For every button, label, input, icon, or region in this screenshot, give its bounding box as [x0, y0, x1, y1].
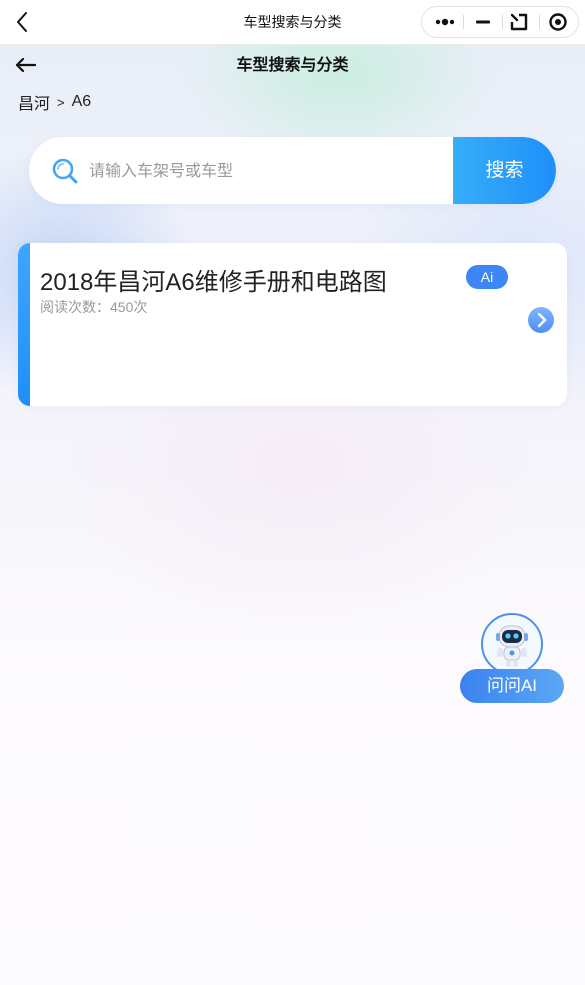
breadcrumb-separator: >: [57, 94, 65, 110]
capsule-menu: [421, 6, 579, 38]
ask-ai-button[interactable]: 问问AI: [460, 669, 564, 703]
card-accent-bar: [18, 243, 30, 406]
close-target-icon[interactable]: [539, 7, 577, 37]
ai-badge: Ai: [466, 265, 508, 289]
more-dots-icon[interactable]: [426, 7, 464, 37]
robot-avatar-icon[interactable]: [481, 613, 543, 675]
result-title: 2018年昌河A6维修手册和电路图: [40, 269, 387, 296]
result-card[interactable]: 2018年昌河A6维修手册和电路图 阅读次数：450次 Ai: [18, 243, 567, 406]
breadcrumb-model[interactable]: A6: [72, 93, 92, 111]
page-title: 车型搜索与分类: [236, 57, 349, 74]
chevron-left-icon[interactable]: [12, 9, 34, 35]
breadcrumb: 昌河 > A6: [18, 90, 91, 114]
page-navbar: 车型搜索与分类: [0, 44, 585, 88]
minimize-icon[interactable]: [464, 7, 502, 37]
search-bar: 搜索: [29, 137, 556, 204]
float-window-icon[interactable]: [500, 7, 538, 37]
search-icon: [51, 157, 79, 185]
breadcrumb-brand[interactable]: 昌河: [18, 90, 50, 114]
search-button[interactable]: 搜索: [453, 137, 556, 204]
mini-program-topbar: 车型搜索与分类: [0, 0, 585, 45]
chevron-right-icon[interactable]: [528, 307, 554, 333]
search-input[interactable]: [87, 151, 451, 193]
arrow-left-icon[interactable]: [14, 55, 38, 75]
read-count: 阅读次数：450次: [40, 299, 148, 315]
